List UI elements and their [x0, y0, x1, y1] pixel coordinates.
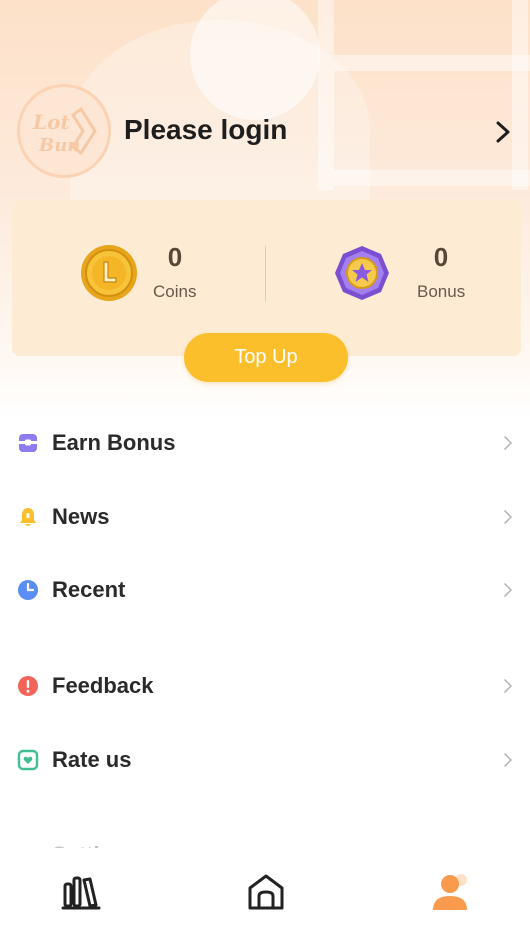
bottom-nav	[0, 848, 530, 941]
wallet-divider	[265, 246, 266, 302]
menu-label: Recent	[52, 577, 126, 602]
chevron-right-icon	[504, 753, 513, 767]
bookshelf-icon	[61, 876, 101, 910]
bell-icon	[20, 508, 36, 526]
login-row[interactable]: Lot Bun Please login	[0, 82, 530, 182]
chevron-right-icon	[504, 679, 513, 693]
menu-item-earn-bonus[interactable]: Earn Bonus	[0, 413, 530, 473]
menu-label: Feedback	[52, 673, 154, 698]
home-icon	[248, 874, 284, 910]
top-up-button[interactable]: Top Up	[184, 333, 348, 382]
nav-profile[interactable]	[427, 870, 471, 914]
exclamation-circle-icon	[18, 676, 38, 696]
clock-icon	[18, 580, 38, 600]
menu-item-rate-us[interactable]: Rate us	[0, 730, 530, 790]
heart-square-icon	[17, 749, 39, 771]
menu-item-feedback[interactable]: Feedback	[0, 656, 530, 716]
menu-label: Rate us	[52, 747, 132, 772]
user-icon	[433, 874, 467, 910]
lotebun-logo-icon: Lot Bun	[32, 106, 97, 156]
purple-star-badge-icon	[335, 246, 389, 300]
avatar[interactable]: Lot Bun	[17, 84, 111, 178]
menu-label: Earn Bonus	[52, 430, 176, 455]
menu-item-news[interactable]: News	[0, 487, 530, 547]
chevron-right-icon[interactable]	[492, 118, 514, 146]
bonus-label: Bonus	[417, 282, 466, 301]
nav-home[interactable]	[244, 870, 288, 914]
menu-item-recent[interactable]: Recent	[0, 560, 530, 620]
bonus-value: 0	[433, 242, 449, 272]
decor-bar	[334, 55, 530, 71]
gift-box-icon	[19, 434, 37, 452]
chevron-right-icon	[504, 436, 513, 450]
nav-library[interactable]	[59, 870, 103, 914]
svg-text:Bun: Bun	[38, 135, 80, 156]
coins-label: Coins	[153, 282, 197, 301]
chevron-right-icon	[504, 510, 513, 524]
svg-text:Lot: Lot	[32, 110, 70, 134]
login-title[interactable]: Please login	[124, 114, 287, 146]
menu-label: News	[52, 504, 110, 529]
coins-value: 0	[167, 242, 183, 272]
chevron-right-icon	[504, 583, 513, 597]
gold-coin-icon	[81, 245, 137, 301]
